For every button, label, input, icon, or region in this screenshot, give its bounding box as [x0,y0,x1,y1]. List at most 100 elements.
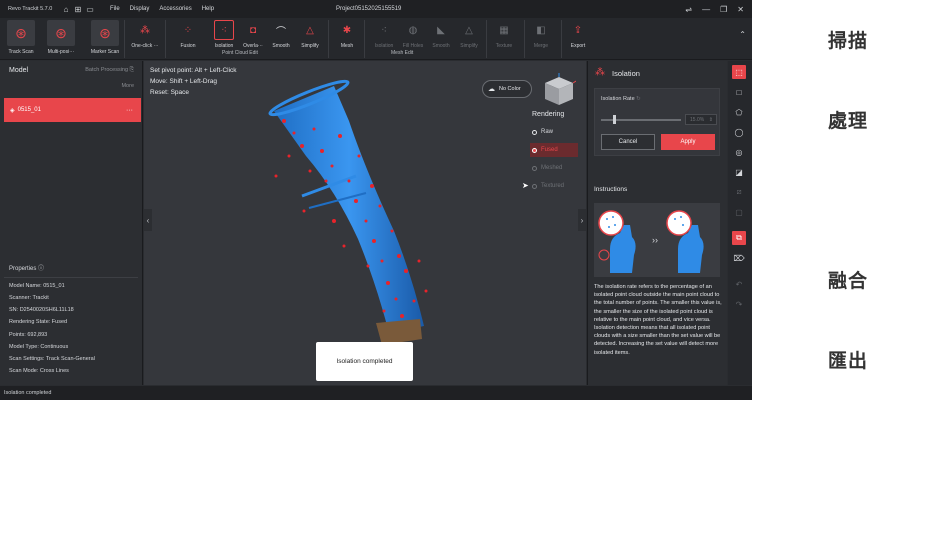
toolbar: ⊛ Track Scan ⊛ Multi-posi··· ⊛ Marker Sc… [0,18,752,60]
stepper-icon[interactable]: ⇕ [709,117,713,123]
menu-help[interactable]: Help [202,6,214,12]
instructions-title: Instructions [594,186,628,193]
isolation-rate-label: Isolation Rate ↻ [601,96,641,102]
radio-icon [532,147,537,153]
slider-handle[interactable] [613,115,616,124]
clear-selection-icon[interactable]: ▢ [732,205,746,219]
settings-icon[interactable]: ⇌ [685,5,692,14]
properties-divider [4,277,138,278]
info-icon: ⓘ [38,266,45,272]
mesh-button[interactable]: ✱ Mesh [336,20,358,58]
app-window: Revo Trackit 5.7.0 ⌂ ⊞ ▭ File Display Ac… [0,0,752,400]
one-click-button[interactable]: ⁂ One-click ··· [128,20,162,58]
scanned-model [268,79,428,345]
apply-button[interactable]: Apply [661,134,715,150]
select-tool-icon[interactable]: ⬚ [732,65,746,79]
model-icon: ◈ [10,107,15,114]
close-icon[interactable]: ✕ [737,5,744,14]
render-raw-option[interactable]: Raw [530,125,578,139]
window-controls: ⇌ — ❐ ✕ [685,5,744,14]
hint-reset: Reset: Space [150,89,190,96]
more-button[interactable]: More [121,83,134,89]
cancel-button[interactable]: Cancel [601,134,655,150]
mesh-isolation-icon: ⁖ [381,24,387,36]
home-icon[interactable]: ⌂ [60,3,72,15]
mesh-simplify-button[interactable]: △ Simplify [456,20,482,58]
undo-icon[interactable]: ↶ [732,277,746,291]
menu-display[interactable]: Display [130,6,150,12]
mesh-icon: ✱ [342,24,352,36]
rendering-title: Rendering [532,111,565,118]
menu-accessories[interactable]: Accessories [159,6,191,12]
prop-scanner: Scanner: Trackit [9,295,49,301]
title-bar: Revo Trackit 5.7.0 ⌂ ⊞ ▭ File Display Ac… [0,0,752,18]
render-meshed-option[interactable]: Meshed [530,161,578,175]
export-button[interactable]: ⇪ Export [566,20,590,58]
select-through-icon[interactable]: ◪ [732,165,746,179]
brush-select-icon[interactable]: ◎ [732,145,746,159]
status-bar: Isolation completed [0,386,752,400]
batch-processing-button[interactable]: Batch Processing ⎘ [85,67,134,74]
multi-position-icon: ⊛ [47,20,75,46]
isolation-panel: ⁂ Isolation Isolation Rate ↻ 15.0% ⇕ Canc… [587,61,727,385]
minimize-icon[interactable]: — [702,5,710,14]
simplify-button[interactable]: △ Simplify [297,20,323,58]
palette-icon: ☁ [488,86,495,93]
toolbar-separator [561,20,562,58]
toolbar-separator [165,20,166,58]
toolbar-separator [124,20,125,58]
radio-icon [532,165,537,171]
mesh-smooth-button[interactable]: ◣ Smooth [429,20,453,58]
marker-scan-button[interactable]: ⊛ Marker Scan [90,20,120,58]
fusion-button[interactable]: ⁘ Fusion [176,20,200,58]
open-folder-icon[interactable]: ▭ [84,3,96,15]
collapse-toolbar-icon[interactable]: ⌃ [739,30,746,39]
new-project-icon[interactable]: ⊞ [72,3,84,15]
overlap-icon: ◘ [249,24,257,36]
texture-button[interactable]: ▦ Texture [492,20,516,58]
3d-viewport[interactable]: Set pivot point: Alt + Left-Click Move: … [144,61,586,385]
multi-position-button[interactable]: ⊛ Multi-posi··· [46,20,76,58]
duplicate-icon[interactable]: ⧉ [732,231,746,245]
radio-icon [532,129,537,135]
redo-icon[interactable]: ↷ [732,297,746,311]
rect-select-icon[interactable]: □ [732,85,746,99]
more-options-icon[interactable]: ··· [126,107,133,114]
prop-rendering-state: Rendering State: Fused [9,319,68,325]
model-panel-title: Model [9,67,29,74]
restore-icon[interactable]: ❐ [720,5,727,14]
hint-move: Move: Shift + Left-Drag [150,78,218,85]
track-scan-button[interactable]: ⊛ Track Scan [6,20,36,58]
smooth-button[interactable]: ⌒ Smooth [269,20,293,58]
radio-icon [532,183,537,189]
merge-button[interactable]: ◧ Merge [529,20,553,58]
mesh-smooth-icon: ◣ [437,24,445,36]
fill-holes-icon: ◍ [408,24,418,36]
polygon-select-icon[interactable]: ⬠ [732,105,746,119]
render-fused-option[interactable]: Fused [530,143,578,157]
label-scan: 掃描 [828,30,869,52]
prop-points: Points: 692,893 [9,332,48,338]
render-textured-option[interactable]: Textured [530,179,578,193]
refresh-icon[interactable]: ↻ [636,96,641,102]
point-cloud-edit-group: Point Cloud Edit [222,50,258,56]
delete-icon[interactable]: ⌦ [732,251,746,265]
merge-icon: ◧ [536,24,546,36]
collapse-left-button[interactable]: ‹ [144,209,152,231]
view-cube[interactable] [542,73,576,109]
isolation-rate-input[interactable]: 15.0% ⇕ [685,114,717,125]
toolbar-separator [328,20,329,58]
isolation-panel-title: Isolation [612,69,640,78]
invert-selection-icon[interactable]: ⧄ [732,185,746,199]
no-color-toggle[interactable]: ☁ No Color [482,80,532,98]
prop-model-name: Model Name: 0515_01 [9,283,65,289]
toolbar-separator [486,20,487,58]
menu-file[interactable]: File [110,6,120,12]
lasso-select-icon[interactable]: ◯ [732,125,746,139]
collapse-right-button[interactable]: › [578,209,586,231]
model-list-item[interactable]: ◈ 0515_01 ··· [4,98,141,122]
instructions-illustration: ›› [594,203,720,277]
prop-scan-settings: Scan Settings: Track Scan-General [9,356,95,362]
isolation-settings: Isolation Rate ↻ 15.0% ⇕ Cancel Apply [594,88,720,156]
marker-scan-icon: ⊛ [91,20,119,46]
